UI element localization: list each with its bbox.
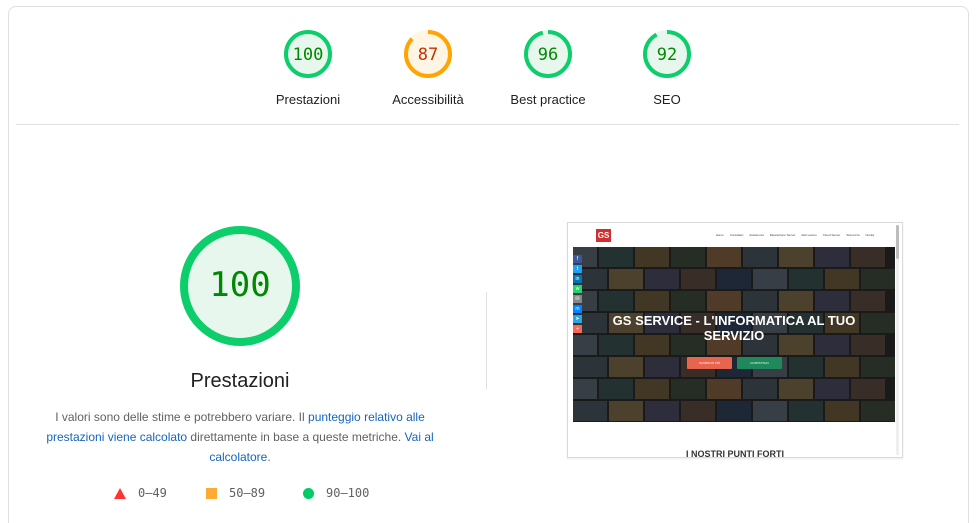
site-navbar: GS Home Contattaci Assistenza Riparazione S… (568, 223, 902, 247)
gauge-ring: 92 (643, 30, 691, 78)
legend-range: 90–100 (326, 486, 370, 500)
section-title: I NOSTRI PUNTI FORTI (686, 449, 784, 458)
category-description: I valori sono delle stime e potrebbero v… (40, 407, 440, 467)
gauge-score: 100 (293, 45, 324, 65)
square-icon (206, 488, 217, 499)
description-text: . (267, 450, 271, 464)
messenger-icon: m (573, 305, 582, 313)
gauge-label: Prestazioni (275, 92, 341, 107)
vertical-divider (486, 292, 487, 389)
legend-fail: 0–49 (114, 486, 167, 500)
legend-pass: 90–100 (303, 486, 369, 500)
screenshot-scrollbar (896, 225, 899, 455)
legend-range: 0–49 (138, 486, 167, 500)
gauge-label: Accessibilità (392, 92, 464, 107)
site-menu-item: Home (715, 233, 724, 237)
twitter-icon: t (573, 265, 582, 273)
gauge-accessibilita[interactable]: 87 Accessibilità (373, 26, 483, 107)
description-text: I valori sono delle stime e potrebbero v… (55, 410, 309, 424)
main-gauge: 100 (178, 224, 302, 348)
gauge-score: 96 (538, 45, 558, 65)
site-menu-item: Novità (865, 233, 874, 237)
site-menu-item: Riparazione Server (769, 233, 796, 237)
social-share-bar: f t in w ✉ m ➤ + (573, 255, 582, 335)
gauge-seo[interactable]: 92 SEO (612, 26, 722, 107)
site-menu: Home Contattaci Assistenza Riparazione Serv… (716, 233, 874, 237)
scrollbar-thumb (896, 225, 899, 259)
gauge-best-practice[interactable]: 96 Best practice (493, 26, 603, 107)
linkedin-icon: in (573, 275, 582, 283)
site-menu-item: Cloud Server (822, 233, 841, 237)
whatsapp-icon: w (573, 285, 582, 293)
site-menu-item: Sicurezza (846, 233, 860, 237)
gauge-ring: 100 (284, 30, 332, 78)
legend-range: 50–89 (229, 486, 266, 500)
score-legend: 0–49 50–89 90–100 (0, 486, 979, 506)
gauge-score: 87 (418, 45, 438, 65)
telegram-icon: ➤ (573, 315, 582, 323)
more-icon: + (573, 325, 582, 333)
gauge-prestazioni[interactable]: 100 Prestazioni (253, 26, 363, 107)
site-logo: GS (596, 229, 611, 242)
gauge-ring: 96 (524, 30, 572, 78)
category-title: Prestazioni (190, 370, 290, 392)
facebook-icon: f (573, 255, 582, 263)
gauge-label: SEO (653, 92, 681, 107)
description-text: direttamente in base a queste metriche. (187, 430, 405, 444)
gauge-score: 92 (657, 45, 677, 65)
site-menu-item: Reti Lavoro (801, 233, 817, 237)
legend-average: 50–89 (206, 486, 265, 500)
gauge-ring: 87 (404, 30, 452, 78)
hero-primary-button: SCOPRI DI PIÙ (687, 357, 732, 369)
header-divider (16, 124, 959, 125)
site-hero: GS SERVICE - L'INFORMATICA AL TUO SERVIZ… (573, 247, 895, 422)
email-icon: ✉ (573, 295, 582, 303)
site-menu-item: Contattaci (729, 233, 744, 237)
hero-title: GS SERVICE - L'INFORMATICA AL TUO SERVIZ… (612, 313, 856, 343)
site-menu-item: Assistenza (749, 233, 764, 237)
final-screenshot[interactable]: GS Home Contattaci Assistenza Riparazione S… (567, 222, 903, 458)
triangle-icon (114, 488, 126, 499)
hero-contact-button: CONTATTACI (737, 357, 782, 369)
main-gauge-score: 100 (209, 265, 270, 305)
circle-icon (303, 488, 314, 499)
gauge-label: Best practice (510, 92, 586, 107)
main-gauge-ring: 100 (180, 226, 300, 346)
summary-gauges: 100 Prestazioni 87 Accessibilità 96 Best… (0, 0, 979, 124)
